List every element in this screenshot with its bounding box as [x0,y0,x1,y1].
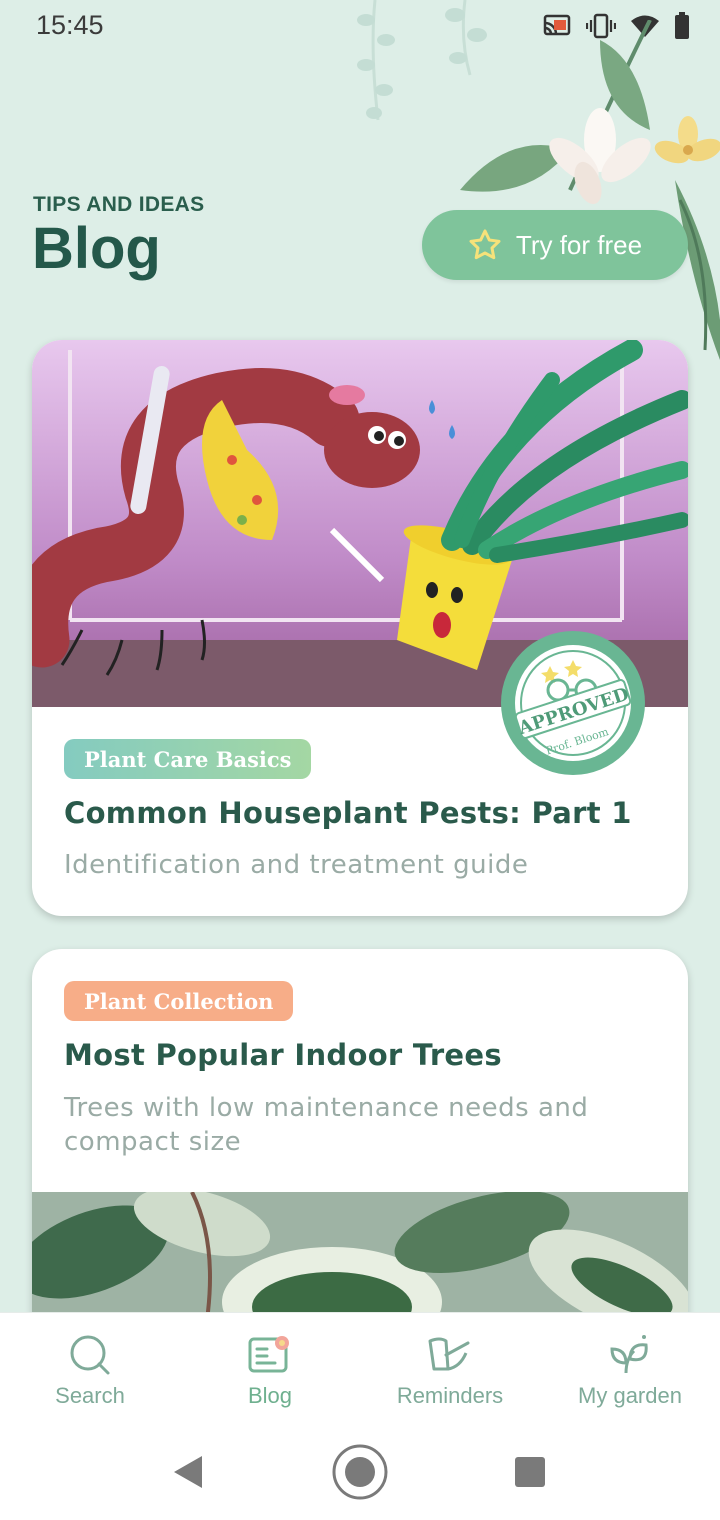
back-icon[interactable] [172,1454,204,1490]
home-icon[interactable] [331,1443,389,1501]
blog-post-card[interactable]: APPROVED Prof. Bloom Plant Care Basics C… [32,340,688,916]
nav-item-blog[interactable]: Blog [180,1313,360,1425]
approved-badge: APPROVED Prof. Bloom [501,631,645,775]
star-icon [469,229,501,260]
watering-can-icon [428,1337,470,1371]
battery-icon [675,12,689,39]
nav-item-my-garden[interactable]: My garden [540,1313,720,1425]
nav-label-reminders: Reminders [396,1383,504,1408]
header-kicker: TIPS AND IDEAS [33,193,205,216]
post-title: Common Houseplant Pests: Part 1 [64,796,632,830]
post-category-tag: Plant Collection [64,981,294,1021]
bottom-navigation: Search Blog Reminders My garden [0,1312,720,1424]
nav-item-reminders[interactable]: Reminders [360,1313,540,1425]
nav-label-search: Search [55,1383,125,1408]
status-bar: 15:45 [0,0,720,56]
blog-icon [248,1336,289,1373]
wifi-icon [631,15,659,37]
try-for-free-button[interactable]: Try for free [422,210,688,280]
nav-label-blog: Blog [247,1383,293,1408]
post-subtitle: Trees with low maintenance needs and com… [64,1093,589,1157]
status-time: 15:45 [36,10,104,40]
post-subtitle: Identification and treatment guide [64,850,529,880]
vibrate-icon [586,13,616,39]
nav-label-my-garden: My garden [578,1383,682,1408]
nav-item-search[interactable]: Search [0,1313,180,1425]
search-icon [70,1335,110,1375]
status-icons [542,12,690,40]
recents-icon[interactable] [514,1456,546,1488]
blog-post-card[interactable]: Plant Collection Most Popular Indoor Tre… [32,949,688,1349]
sprout-icon [610,1335,648,1374]
post-category-tag: Plant Care Basics [64,739,312,779]
cast-icon [543,14,571,36]
page-title: Blog [32,216,161,281]
try-for-free-label: Try for free [515,229,643,260]
system-navigation-bar [0,1424,720,1520]
post-title: Most Popular Indoor Trees [64,1038,502,1072]
